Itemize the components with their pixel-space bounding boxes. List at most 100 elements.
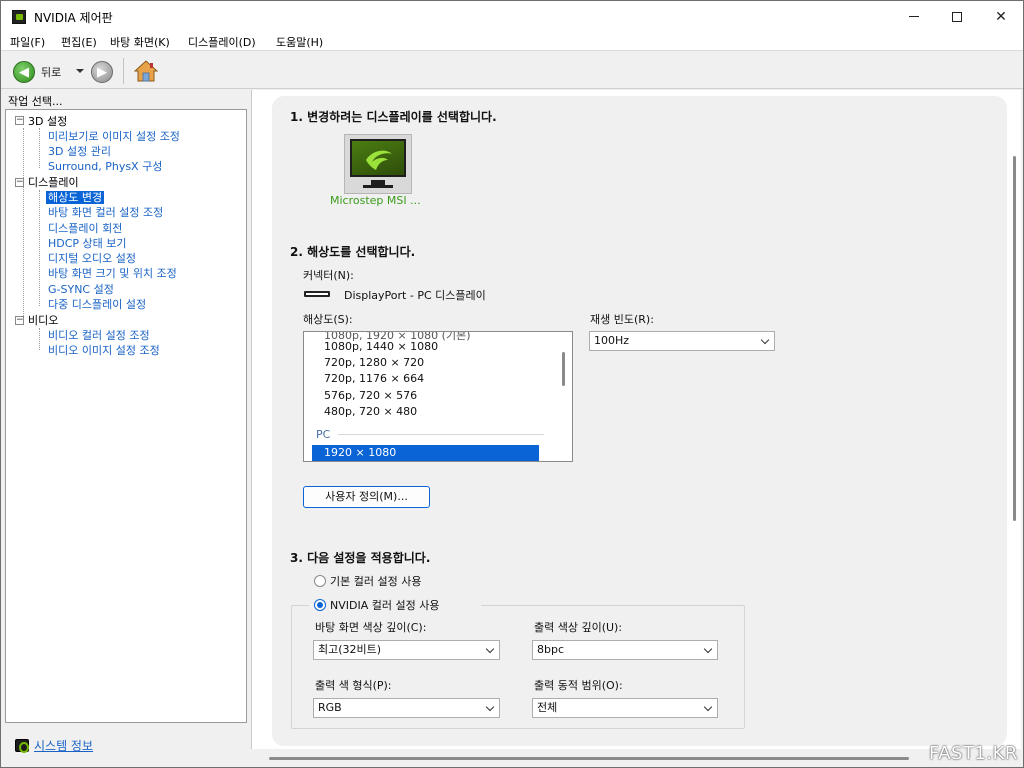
system-info-icon[interactable]	[15, 739, 29, 753]
default-color-radio-label[interactable]: 기본 컬러 설정 사용	[330, 573, 421, 589]
back-button-label[interactable]: 뒤로	[41, 64, 61, 80]
tree-group-video[interactable]: 비디오	[28, 312, 58, 328]
tree-item-hdcp-status[interactable]: HDCP 상태 보기	[48, 235, 127, 251]
close-button[interactable]: ✕	[978, 1, 1024, 32]
task-tree: − 3D 설정 미리보기로 이미지 설정 조정 3D 설정 관리 Surroun…	[5, 109, 247, 723]
desktop-color-depth-select[interactable]: 최고(32비트)	[313, 640, 500, 660]
monitor-base	[363, 185, 393, 188]
customize-button[interactable]: 사용자 정의(M)...	[303, 486, 430, 508]
monitor-icon	[350, 139, 406, 177]
tree-item-surround-physx[interactable]: Surround, PhysX 구성	[48, 158, 162, 174]
tree-item-label: Surround, PhysX 구성	[48, 160, 163, 173]
refresh-rate-select[interactable]: 100Hz	[589, 331, 775, 351]
minimize-icon	[909, 16, 919, 17]
output-color-format-label: 출력 색 형식(P):	[315, 679, 392, 692]
list-item[interactable]: 720p, 1280 × 720	[324, 356, 424, 369]
output-dynamic-range-value: 전체	[537, 701, 558, 714]
group-divider	[338, 434, 544, 435]
minimize-button[interactable]	[891, 1, 937, 32]
maximize-icon	[952, 11, 962, 22]
menu-display[interactable]: 디스플레이(D)	[188, 34, 256, 50]
tree-item-label: HDCP 상태 보기	[48, 237, 127, 250]
selected-resolution-item[interactable]: 1920 × 1080	[312, 445, 539, 461]
display-monitor-tile[interactable]	[344, 134, 412, 194]
default-color-radio[interactable]	[314, 575, 326, 587]
output-color-format-select[interactable]: RGB	[313, 698, 500, 718]
tree-group-label: 디스플레이	[28, 176, 79, 189]
back-history-dropdown-icon[interactable]	[76, 69, 84, 73]
desktop-color-depth-value: 최고(32비트)	[318, 643, 382, 656]
tree-item-gsync[interactable]: G-SYNC 설정	[48, 281, 114, 297]
list-item[interactable]: 720p, 1176 × 664	[324, 372, 424, 385]
tree-group-3d-settings[interactable]: 3D 설정	[28, 113, 67, 129]
tree-item-label: 바탕 화면 컬러 설정 조정	[48, 206, 164, 219]
chevron-down-icon	[703, 702, 713, 712]
menu-desktop[interactable]: 바탕 화면(K)	[110, 34, 170, 50]
tree-item-label: 바탕 화면 크기 및 위치 조정	[48, 267, 177, 280]
tree-item-rotate-display[interactable]: 디스플레이 회전	[48, 220, 122, 236]
output-color-depth-select[interactable]: 8bpc	[532, 640, 718, 660]
list-item[interactable]: 1080p, 1440 × 1080	[324, 340, 438, 353]
output-color-depth-label: 출력 색상 깊이(U):	[534, 621, 623, 634]
tree-connector	[23, 128, 24, 316]
refresh-rate-value: 100Hz	[594, 334, 630, 347]
tree-item-video-image[interactable]: 비디오 이미지 설정 조정	[48, 342, 160, 358]
chevron-down-icon	[760, 335, 770, 345]
tree-item-manage-3d[interactable]: 3D 설정 관리	[48, 143, 111, 159]
list-item[interactable]: 576p, 720 × 576	[324, 389, 417, 402]
tree-item-label: G-SYNC 설정	[48, 283, 114, 296]
close-icon: ✕	[995, 8, 1007, 25]
horizontal-scrollbar[interactable]	[269, 757, 909, 760]
tree-item-digital-audio[interactable]: 디지털 오디오 설정	[48, 250, 136, 266]
site-watermark: FAST1.KR	[929, 743, 1018, 764]
chevron-down-icon	[703, 644, 713, 654]
expand-toggle-video[interactable]: −	[15, 316, 24, 325]
nvidia-color-radio-label[interactable]: NVIDIA 컬러 설정 사용	[330, 597, 439, 613]
tree-item-label: 미리보기로 이미지 설정 조정	[48, 130, 180, 143]
section2-heading: 2. 해상도를 선택합니다.	[290, 245, 416, 259]
task-select-label: 작업 선택...	[8, 95, 63, 108]
tree-item-preview-image-settings[interactable]: 미리보기로 이미지 설정 조정	[48, 128, 180, 144]
output-dynamic-range-select[interactable]: 전체	[532, 698, 718, 718]
tree-item-label: 비디오 컬러 설정 조정	[48, 329, 150, 342]
display-name-label[interactable]: Microstep MSI ...	[330, 194, 421, 207]
expand-toggle-3d[interactable]: −	[15, 116, 24, 125]
displayport-icon	[304, 291, 330, 297]
tree-item-change-resolution[interactable]: 해상도 변경	[46, 189, 105, 205]
forward-arrow-icon[interactable]: ▶	[91, 61, 113, 83]
system-info-link[interactable]: 시스템 정보	[34, 737, 93, 754]
tree-item-multi-display[interactable]: 다중 디스플레이 설정	[48, 296, 146, 312]
list-item[interactable]: 480p, 720 × 480	[324, 405, 417, 418]
title-bar: NVIDIA 제어판 ✕	[1, 1, 1023, 32]
tree-item-label: 3D 설정 관리	[48, 145, 111, 158]
output-color-depth-value: 8bpc	[537, 643, 565, 656]
menu-edit[interactable]: 편집(E)	[61, 34, 97, 50]
menu-bar: 파일(F) 편집(E) 바탕 화면(K) 디스플레이(D) 도움말(H)	[1, 32, 1023, 51]
tree-connector	[39, 128, 40, 168]
resolution-listbox[interactable]: 1080p, 1920 × 1080 (기본) 1080p, 1440 × 10…	[303, 331, 573, 462]
pc-group-label: PC	[316, 428, 331, 441]
tree-item-label: 해상도 변경	[46, 191, 105, 204]
window-title: NVIDIA 제어판	[34, 11, 113, 25]
tree-item-desktop-color[interactable]: 바탕 화면 컬러 설정 조정	[48, 204, 163, 220]
vertical-scrollbar[interactable]	[1013, 156, 1016, 521]
listbox-scrollbar[interactable]	[562, 352, 565, 386]
tree-group-display[interactable]: 디스플레이	[28, 174, 79, 190]
refresh-rate-label: 재생 빈도(R):	[590, 313, 654, 326]
maximize-button[interactable]	[934, 1, 980, 32]
section1-heading: 1. 변경하려는 디스플레이를 선택합니다.	[290, 110, 497, 124]
menu-file[interactable]: 파일(F)	[10, 34, 45, 50]
nvidia-app-icon	[12, 10, 26, 24]
tree-group-label: 3D 설정	[28, 115, 68, 128]
back-arrow-icon[interactable]: ◀	[13, 61, 35, 83]
menu-help[interactable]: 도움말(H)	[276, 34, 323, 50]
app-window: NVIDIA 제어판 ✕ 파일(F) 편집(E) 바탕 화면(K) 디스플레이(…	[0, 0, 1024, 768]
home-icon[interactable]	[134, 60, 158, 82]
expand-toggle-display[interactable]: −	[15, 178, 24, 187]
tree-item-label: 디스플레이 회전	[48, 222, 123, 235]
tree-item-desktop-size-position[interactable]: 바탕 화면 크기 및 위치 조정	[48, 265, 177, 281]
toolbar-separator	[123, 58, 124, 84]
tree-group-label: 비디오	[28, 314, 59, 327]
nvidia-color-radio[interactable]	[314, 599, 326, 611]
tree-item-video-color[interactable]: 비디오 컬러 설정 조정	[48, 327, 150, 343]
